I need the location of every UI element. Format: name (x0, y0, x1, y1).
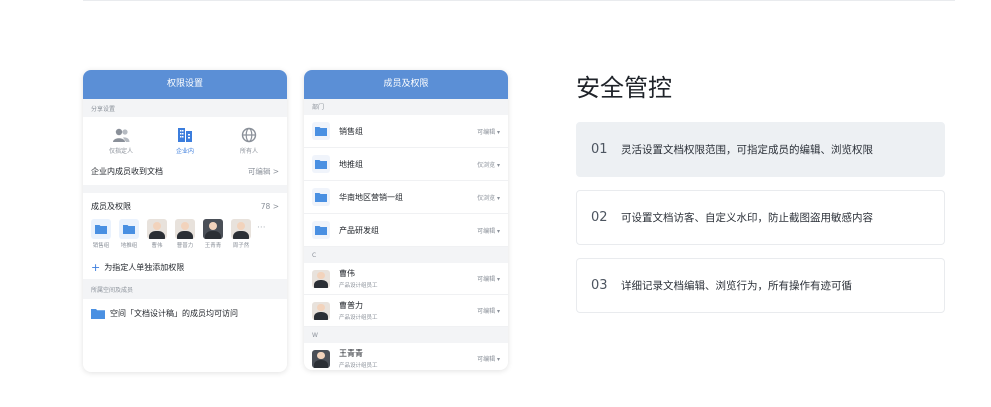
panel-header: 成员及权限 (304, 70, 508, 99)
members-permissions-panel: 成员及权限 部门 销售组 可编辑 ▾ 地推组 仅浏览 ▾ 华南地区营销一组 仅浏… (304, 70, 508, 370)
building-icon (178, 128, 192, 142)
permission-dropdown[interactable]: 可编辑 ▾ (477, 354, 500, 363)
avatar-item[interactable]: 曹伟 (145, 219, 169, 255)
feature-number: 03 (591, 278, 608, 293)
section-letter-c: C (304, 247, 508, 263)
department-section-label: 部门 (304, 99, 508, 115)
receive-permission-row[interactable]: 企业内成员收到文档 可编辑 > (83, 157, 287, 185)
folder-icon (119, 219, 139, 239)
permission-settings-panel: 权限设置 分享设置 仅指定人 企业内 所有人 企业内成员收到文档 可编辑 > 成… (83, 70, 287, 372)
panel-header: 权限设置 (83, 70, 287, 99)
avatar-item[interactable]: 周子然 (229, 219, 253, 255)
globe-icon (241, 127, 257, 143)
folder-icon (312, 188, 330, 206)
member-name: 曹普力 (339, 301, 363, 310)
more-icon[interactable]: ··· (257, 223, 266, 255)
avatar (175, 219, 195, 239)
avatar-item[interactable]: 曹普力 (173, 219, 197, 255)
add-individual-permission-button[interactable]: + 为指定人单独添加权限 (83, 255, 287, 279)
share-option-enterprise[interactable]: 企业内 (160, 127, 210, 157)
avatar-name: 销售组 (92, 243, 110, 249)
feature-item-1[interactable]: 01 灵活设置文档权限范围，可指定成员的编辑、浏览权限 (576, 122, 945, 177)
section-gap (83, 185, 287, 193)
space-access-text: 空间「文档设计稿」的成员均可访问 (110, 308, 238, 318)
feature-text: 灵活设置文档权限范围，可指定成员的编辑、浏览权限 (621, 144, 873, 156)
share-option-label: 所有人 (239, 148, 258, 155)
avatar-name: 王青青 (204, 243, 222, 249)
member-row[interactable]: 曹伟 产品设计组员工 可编辑 ▾ (304, 263, 508, 295)
folder-icon (312, 155, 330, 173)
avatar-name: 曹普力 (176, 243, 194, 249)
section-letter-w: W (304, 327, 508, 343)
avatar-name: 周子然 (232, 243, 250, 249)
permission-dropdown[interactable]: 仅浏览 ▾ (477, 193, 500, 202)
members-count: 78 > (260, 201, 279, 211)
avatar-item[interactable]: 销售组 (89, 219, 113, 255)
avatar (312, 269, 330, 288)
permission-dropdown[interactable]: 可编辑 ▾ (477, 226, 500, 235)
permission-dropdown[interactable]: 可编辑 ▾ (477, 274, 500, 283)
share-option-label: 企业内 (175, 148, 194, 155)
department-row[interactable]: 产品研发组 可编辑 ▾ (304, 214, 508, 247)
folder-icon (312, 221, 330, 239)
avatar-name: 曹伟 (151, 243, 163, 249)
member-row[interactable]: 曹普力 产品设计组员工 可编辑 ▾ (304, 295, 508, 327)
avatar (231, 219, 251, 239)
member-avatars: 销售组 地推组 曹伟 曹普力 王青青 周子然 ··· (83, 219, 287, 255)
people-icon (113, 128, 130, 142)
space-members-label: 所属空间及成员 (83, 279, 287, 299)
share-settings-label: 分享设置 (83, 99, 287, 117)
feature-item-2[interactable]: 02 可设置文档访客、自定义水印，防止截图盗用敏感内容 (576, 190, 945, 245)
avatar-item[interactable]: 王青青 (201, 219, 225, 255)
department-name: 销售组 (339, 126, 363, 136)
avatar (312, 301, 330, 320)
share-options: 仅指定人 企业内 所有人 (83, 117, 287, 157)
feature-text: 详细记录文档编辑、浏览行为，所有操作有迹可循 (621, 280, 852, 292)
department-name: 产品研发组 (339, 225, 379, 235)
share-option-specified[interactable]: 仅指定人 (96, 127, 146, 157)
member-row[interactable]: 王青青 产品设计组员工 可编辑 ▾ (304, 343, 508, 370)
members-permission-row[interactable]: 成员及权限 78 > (83, 193, 287, 219)
share-option-everyone[interactable]: 所有人 (224, 127, 274, 157)
feature-item-3[interactable]: 03 详细记录文档编辑、浏览行为，所有操作有迹可循 (576, 258, 945, 313)
folder-icon (312, 122, 330, 140)
folder-icon (91, 308, 105, 319)
avatar (203, 219, 223, 239)
feature-text: 可设置文档访客、自定义水印，防止截图盗用敏感内容 (621, 212, 873, 224)
avatar-item[interactable]: 地推组 (117, 219, 141, 255)
feature-number: 01 (591, 142, 608, 157)
members-label: 成员及权限 (91, 201, 131, 211)
share-option-label: 仅指定人 (108, 148, 133, 155)
folder-icon (91, 219, 111, 239)
avatar (312, 349, 330, 368)
department-name: 华南地区营销一组 (339, 192, 403, 202)
department-name: 地推组 (339, 159, 363, 169)
receive-label: 企业内成员收到文档 (91, 166, 163, 176)
permission-dropdown[interactable]: 仅浏览 ▾ (477, 160, 500, 169)
member-role: 产品设计组员工 (339, 363, 378, 369)
department-row[interactable]: 地推组 仅浏览 ▾ (304, 148, 508, 181)
permission-dropdown[interactable]: 可编辑 ▾ (477, 306, 500, 315)
top-divider (83, 0, 955, 1)
add-permission-label: 为指定人单独添加权限 (104, 262, 185, 272)
member-name: 曹伟 (339, 269, 355, 278)
member-role: 产品设计组员工 (339, 283, 378, 289)
department-row[interactable]: 华南地区营销一组 仅浏览 ▾ (304, 181, 508, 214)
receive-value: 可编辑 > (247, 166, 279, 176)
department-row[interactable]: 销售组 可编辑 ▾ (304, 115, 508, 148)
avatar (147, 219, 167, 239)
feature-number: 02 (591, 210, 608, 225)
avatar-name: 地推组 (120, 243, 138, 249)
permission-dropdown[interactable]: 可编辑 ▾ (477, 127, 500, 136)
member-role: 产品设计组员工 (339, 315, 378, 321)
space-access-row[interactable]: 空间「文档设计稿」的成员均可访问 (83, 299, 287, 327)
plus-icon: + (91, 260, 101, 274)
member-name: 王青青 (339, 349, 363, 358)
section-title: 安全管控 (576, 74, 672, 102)
